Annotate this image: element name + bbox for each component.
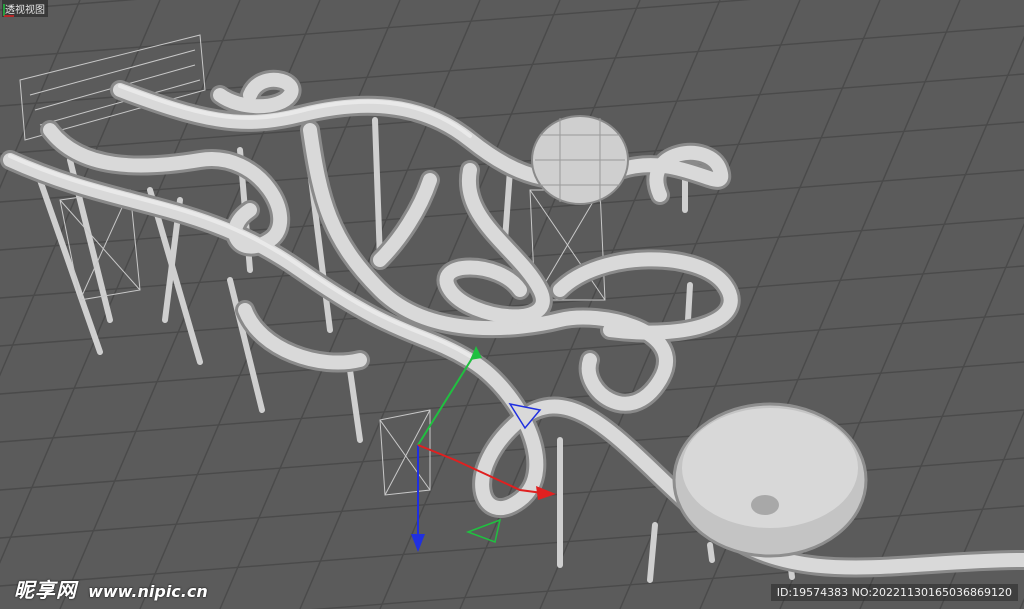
watermark-site: www.nipic.cn <box>88 582 208 601</box>
water-tank <box>531 115 629 205</box>
watermark: 昵享网 www.nipic.cn <box>14 574 208 603</box>
scene-canvas[interactable] <box>0 0 1024 609</box>
slide-tubes <box>0 69 1024 578</box>
axis-indicator-icon <box>3 4 14 17</box>
image-id-label: ID:19574383 NO:20221130165036869120 <box>770 584 1018 601</box>
floor-grid <box>0 0 1024 609</box>
splash-bowl <box>672 402 868 558</box>
3d-viewport[interactable]: 透视视图 昵享网 www.nipic.cn ID:19574383 NO:202… <box>0 0 1024 609</box>
watermark-brand: 昵享网 <box>14 578 77 602</box>
